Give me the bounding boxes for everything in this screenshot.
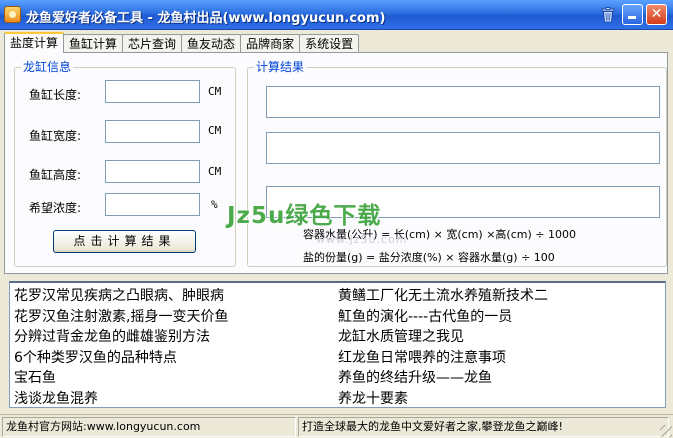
list-item[interactable]: 红龙鱼日常喂养的注意事项: [338, 348, 548, 369]
concentration-input[interactable]: [105, 193, 200, 216]
tank-width-input[interactable]: [105, 120, 200, 143]
tank-width-label: 鱼缸宽度:: [29, 129, 82, 143]
list-item[interactable]: 黄鳝工厂化无土流水养殖新技术二: [338, 286, 548, 307]
tank-width-unit: CM: [208, 124, 222, 137]
tab-strip: 盐度计算 鱼缸计算 芯片查询 鱼友动态 品牌商家 系统设置: [4, 32, 360, 53]
resize-grip[interactable]: [660, 425, 672, 437]
result-box-volume: [266, 86, 660, 118]
list-item[interactable]: 花罗汉鱼注射激素,摇身一变天价鱼: [14, 307, 228, 328]
status-slogan: 打造全球最大的龙鱼中文爱好者之家,攀登龙鱼之巅峰!: [298, 417, 669, 437]
tab-system-settings[interactable]: 系统设置: [299, 34, 360, 53]
status-website[interactable]: 龙鱼村官方网站:www.longyucun.com: [2, 417, 296, 437]
list-item[interactable]: 龙缸水质管理之我见: [338, 327, 548, 348]
list-item[interactable]: 养龙十要素: [338, 389, 548, 408]
trash-icon[interactable]: [601, 7, 615, 23]
list-item[interactable]: 6个种类罗汉鱼的品种特点: [14, 348, 228, 369]
tank-length-input[interactable]: [105, 80, 200, 103]
list-item[interactable]: 分辨过背金龙鱼的雌雄鉴别方法: [14, 327, 228, 348]
concentration-unit: %: [211, 198, 218, 211]
tab-salinity-calc[interactable]: 盐度计算: [4, 32, 65, 53]
close-icon: ✕: [650, 6, 663, 22]
watermark-url: www.Jz5u.com: [316, 233, 408, 246]
close-button[interactable]: ✕: [646, 4, 667, 25]
calculate-button[interactable]: 点击计算结果: [53, 230, 196, 253]
list-item[interactable]: 魟鱼的演化----古代鱼的一员: [338, 307, 548, 328]
status-bar: 龙鱼村官方网站:www.longyucun.com 打造全球最大的龙鱼中文爱好者…: [0, 414, 673, 438]
tank-length-label: 鱼缸长度:: [29, 88, 82, 102]
results-group: 计算结果 容器水量(公升) = 长(cm) × 宽(cm) ×高(cm) ÷ 1…: [247, 60, 667, 267]
list-item[interactable]: 花罗汉常见疾病之凸眼病、肿眼病: [14, 286, 228, 307]
list-item[interactable]: 养鱼的终结升级——龙鱼: [338, 368, 548, 389]
list-item[interactable]: 宝石鱼: [14, 368, 228, 389]
article-links-right: 黄鳝工厂化无土流水养殖新技术二 魟鱼的演化----古代鱼的一员 龙缸水质管理之我…: [338, 286, 548, 408]
result-box-salt: [266, 132, 660, 164]
tank-height-input[interactable]: [105, 160, 200, 183]
title-bar[interactable]: 龙鱼爱好者必备工具 - 龙鱼村出品(www.longyucun.com) ✕: [0, 0, 673, 30]
window-title: 龙鱼爱好者必备工具 - 龙鱼村出品(www.longyucun.com): [26, 11, 386, 26]
results-legend: 计算结果: [254, 60, 307, 74]
tab-brand-merchants[interactable]: 品牌商家: [240, 34, 301, 53]
tab-chip-query[interactable]: 芯片查询: [122, 34, 183, 53]
article-links-left: 花罗汉常见疾病之凸眼病、肿眼病 花罗汉鱼注射激素,摇身一变天价鱼 分辨过背金龙鱼…: [14, 286, 228, 408]
article-links-panel: 花罗汉常见疾病之凸眼病、肿眼病 花罗汉鱼注射激素,摇身一变天价鱼 分辨过背金龙鱼…: [9, 281, 666, 408]
app-fish-icon: [4, 6, 21, 23]
tank-length-unit: CM: [208, 85, 222, 98]
watermark-logo: Jz5u绿色下载: [227, 203, 382, 229]
formula-salt: 盐的份量(g) = 盐分浓度(%) × 容器水量(g) ÷ 100: [303, 251, 555, 264]
tank-height-unit: CM: [208, 165, 222, 178]
tab-fish-friend-news[interactable]: 鱼友动态: [181, 34, 242, 53]
concentration-label: 希望浓度:: [29, 201, 82, 215]
list-item[interactable]: 浅谈龙鱼混养: [14, 389, 228, 408]
tank-info-group: 龙缸信息 鱼缸长度: CM 鱼缸宽度: CM 鱼缸高度: CM 希望浓度: % …: [14, 60, 236, 267]
tank-height-label: 鱼缸高度:: [29, 168, 82, 182]
minimize-button[interactable]: [622, 4, 643, 25]
tab-tank-calc[interactable]: 鱼缸计算: [63, 34, 124, 53]
tank-info-legend: 龙缸信息: [21, 60, 74, 74]
